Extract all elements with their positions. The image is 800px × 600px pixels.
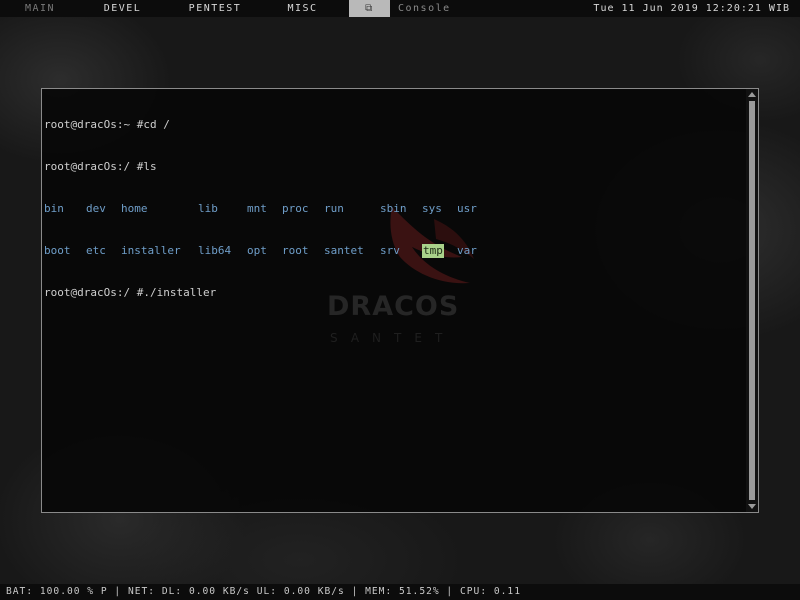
terminal-line: root@dracOs:/ #./installer <box>44 286 217 299</box>
ls-entry: installer <box>121 244 181 257</box>
terminal-window[interactable]: DRACOS SANTET root@dracOs:~ #cd / root@d… <box>41 88 759 513</box>
workspace-misc[interactable]: MISC <box>265 0 340 17</box>
ls-entry: usr <box>457 202 477 215</box>
ls-entry: boot <box>44 244 71 257</box>
ls-entry-highlighted: tmp <box>422 244 444 258</box>
ls-entry: santet <box>324 244 364 257</box>
status-bar: BAT: 100.00 % P | NET: DL: 0.00 KB/s UL:… <box>0 584 800 600</box>
ls-output-row: boot etc installer lib64 opt root santet… <box>44 244 744 258</box>
terminal-output[interactable]: root@dracOs:~ #cd / root@dracOs:/ #ls bi… <box>44 90 744 512</box>
ls-entry: proc <box>282 202 309 215</box>
ls-output-row: bin dev home lib mnt proc run sbin sys u… <box>44 202 744 216</box>
ls-entry: etc <box>86 244 106 257</box>
ls-entry: var <box>457 244 477 257</box>
terminal-line: root@dracOs:/ #ls <box>44 160 157 173</box>
ls-entry: bin <box>44 202 64 215</box>
workspace-main[interactable]: MAIN <box>0 0 80 17</box>
ls-entry: dev <box>86 202 106 215</box>
clock: Tue 11 Jun 2019 12:20:21 WIB <box>593 3 790 14</box>
ls-entry: sbin <box>380 202 407 215</box>
ls-entry: srv <box>380 244 400 257</box>
ls-entry: home <box>121 202 148 215</box>
ls-entry: opt <box>247 244 267 257</box>
ls-entry: lib <box>198 202 218 215</box>
top-panel: MAIN DEVEL PENTEST MISC ⧉ Console Tue 11… <box>0 0 800 17</box>
scroll-up-icon[interactable] <box>748 92 756 97</box>
ls-entry: root <box>282 244 309 257</box>
workspace-pentest[interactable]: PENTEST <box>165 0 265 17</box>
workspace-devel[interactable]: DEVEL <box>80 0 165 17</box>
scrollbar-thumb[interactable] <box>749 101 755 500</box>
layout-tile-icon[interactable]: ⧉ <box>349 0 390 17</box>
ls-entry: lib64 <box>198 244 232 257</box>
scroll-down-icon[interactable] <box>748 504 756 509</box>
active-window-title: Console <box>398 3 451 14</box>
terminal-line: root@dracOs:~ #cd / <box>44 118 170 131</box>
ls-entry: run <box>324 202 344 215</box>
ls-entry: mnt <box>247 202 267 215</box>
terminal-scrollbar[interactable] <box>746 89 758 512</box>
ls-entry: sys <box>422 202 442 215</box>
